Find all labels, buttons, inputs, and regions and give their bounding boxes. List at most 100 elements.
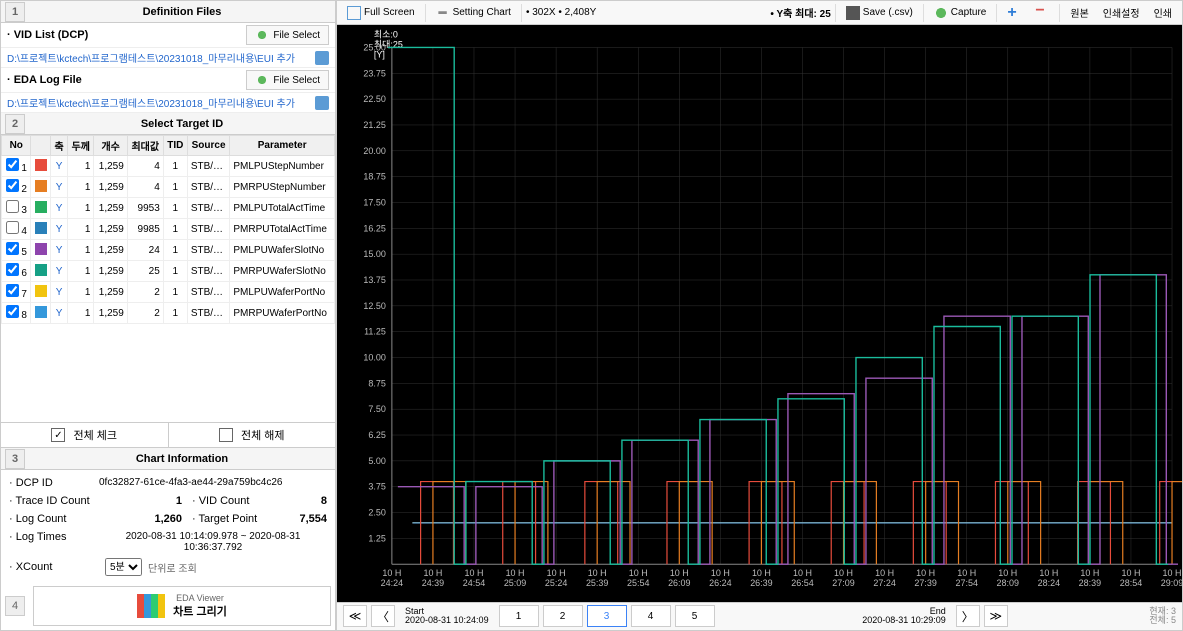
prev-page-button[interactable]: 〈 (371, 605, 395, 627)
table-row[interactable]: 4 Y11,259 99851STB/…PMRPUTotalActTime (2, 219, 335, 240)
capture-button[interactable]: Capture (928, 4, 993, 22)
save-icon (846, 6, 860, 20)
original-button[interactable]: 원본 (1064, 3, 1094, 22)
svg-text:17.50: 17.50 (363, 198, 385, 208)
color-swatch[interactable] (35, 306, 47, 318)
log-times: 2020-08-31 10:14:09.978 ~ 2020-08-31 10:… (99, 531, 327, 553)
wrench-icon (436, 6, 450, 20)
minus-button[interactable]: − (1029, 4, 1055, 22)
svg-text:10 H: 10 H (1121, 569, 1140, 579)
row-checkbox[interactable] (6, 305, 19, 318)
svg-text:27:24: 27:24 (873, 578, 895, 588)
svg-text:10 H: 10 H (916, 569, 935, 579)
check-all-button[interactable]: ✓전체 체크 (1, 423, 168, 447)
section2-header: 2 Select Target ID (1, 113, 335, 135)
row-checkbox[interactable] (6, 200, 19, 213)
save-csv-button[interactable]: Save (.csv) (840, 4, 919, 22)
eda-label: · EDA Log File (7, 74, 246, 86)
svg-text:25:54: 25:54 (627, 578, 649, 588)
print-setting-button[interactable]: 인쇄설정 (1097, 3, 1146, 22)
svg-text:10 H: 10 H (711, 569, 730, 579)
svg-text:27:39: 27:39 (914, 578, 936, 588)
svg-text:10 H: 10 H (670, 569, 689, 579)
table-row[interactable]: 5 Y11,259 241STB/…PMLPUWaferSlotNo (2, 240, 335, 261)
svg-text:28:09: 28:09 (997, 578, 1019, 588)
section2-title: Select Target ID (29, 118, 335, 130)
print-button[interactable]: 인쇄 (1148, 3, 1178, 22)
page-button-3[interactable]: 3 (587, 605, 627, 627)
eda-path[interactable]: D:\프로젝트\kctech\프로그램테스트\20231018_마무리내용\EU… (7, 95, 315, 110)
start-time: Start2020-08-31 10:24:09 (399, 607, 495, 627)
chart-area[interactable]: 최소:0최대:25[Y]1.252.503.755.006.257.508.75… (337, 25, 1182, 602)
vid-file-select-button[interactable]: File Select (246, 25, 329, 45)
left-panel: 1 Definition Files · VID List (DCP) File… (0, 0, 336, 631)
end-time: End2020-08-31 10:29:09 (856, 607, 952, 627)
refresh-icon (255, 73, 269, 87)
uncheck-all-button[interactable]: 전체 해제 (168, 423, 336, 447)
svg-text:26:09: 26:09 (668, 578, 690, 588)
page-button-2[interactable]: 2 (543, 605, 583, 627)
xcount-select[interactable]: 5분 (105, 558, 142, 576)
fullscreen-button[interactable]: Full Screen (341, 4, 421, 22)
svg-text:10 H: 10 H (793, 569, 812, 579)
color-swatch[interactable] (35, 159, 47, 171)
table-row[interactable]: 1 Y11,259 41STB/…PMLPUStepNumber (2, 156, 335, 177)
first-page-button[interactable]: ≪ (343, 605, 367, 627)
log-count: 1,260 (99, 513, 192, 525)
row-checkbox[interactable] (6, 263, 19, 276)
section3-title: Chart Information (29, 453, 335, 465)
calendar-icon[interactable] (315, 51, 329, 65)
checked-icon: ✓ (51, 428, 65, 442)
svg-text:5.00: 5.00 (368, 456, 385, 466)
svg-text:28:24: 28:24 (1038, 578, 1060, 588)
color-swatch[interactable] (35, 243, 47, 255)
draw-chart-button[interactable]: EDA Viewer차트 그리기 (33, 586, 331, 626)
row-checkbox[interactable] (6, 242, 19, 255)
vid-path[interactable]: D:\프로젝트\kctech\프로그램테스트\20231018_마무리내용\EU… (7, 50, 315, 65)
page-button-1[interactable]: 1 (499, 605, 539, 627)
next-page-button[interactable]: 〉 (956, 605, 980, 627)
svg-text:26:24: 26:24 (709, 578, 731, 588)
svg-text:10 H: 10 H (1163, 569, 1182, 579)
page-button-4[interactable]: 4 (631, 605, 671, 627)
table-row[interactable]: 3 Y11,259 99531STB/…PMLPUTotalActTime (2, 198, 335, 219)
plus-button[interactable]: + (1001, 4, 1027, 22)
color-swatch[interactable] (35, 285, 47, 297)
svg-text:27:54: 27:54 (955, 578, 977, 588)
color-swatch[interactable] (35, 264, 47, 276)
svg-text:10 H: 10 H (957, 569, 976, 579)
row-checkbox[interactable] (6, 179, 19, 192)
target-point: 7,554 (277, 513, 327, 525)
table-row[interactable]: 7 Y11,259 21STB/…PMLPUWaferPortNo (2, 282, 335, 303)
svg-text:28:39: 28:39 (1079, 578, 1101, 588)
setting-chart-button[interactable]: Setting Chart (430, 4, 517, 22)
row-checkbox[interactable] (6, 221, 19, 234)
svg-text:10 H: 10 H (629, 569, 648, 579)
color-swatch[interactable] (35, 222, 47, 234)
section1-title: Definition Files (29, 6, 335, 18)
eda-file-select-button[interactable]: File Select (246, 70, 329, 90)
table-row[interactable]: 2 Y11,259 41STB/…PMRPUStepNumber (2, 177, 335, 198)
page-status: 현재: 3전체: 5 (1149, 607, 1176, 627)
svg-text:10 H: 10 H (547, 569, 566, 579)
last-page-button[interactable]: ≫ (984, 605, 1008, 627)
svg-text:10 H: 10 H (834, 569, 853, 579)
svg-text:25:09: 25:09 (504, 578, 526, 588)
page-button-5[interactable]: 5 (675, 605, 715, 627)
svg-text:16.25: 16.25 (363, 224, 385, 234)
row-checkbox[interactable] (6, 158, 19, 171)
row-checkbox[interactable] (6, 284, 19, 297)
dcp-id: 0fc32827-61ce-4fa3-ae44-29a759bc4c26 (99, 477, 327, 489)
color-swatch[interactable] (35, 180, 47, 192)
step-1-badge: 1 (5, 2, 25, 22)
svg-text:24:54: 24:54 (463, 578, 485, 588)
calendar-icon[interactable] (315, 96, 329, 110)
color-swatch[interactable] (35, 201, 47, 213)
svg-text:10 H: 10 H (506, 569, 525, 579)
table-row[interactable]: 6 Y11,259 251STB/…PMRPUWaferSlotNo (2, 261, 335, 282)
svg-text:23.75: 23.75 (363, 69, 385, 79)
chart-info: · DCP ID0fc32827-61ce-4fa3-ae44-29a759bc… (1, 470, 335, 582)
svg-text:25:39: 25:39 (586, 578, 608, 588)
table-row[interactable]: 8 Y11,259 21STB/…PMRPUWaferPortNo (2, 303, 335, 324)
svg-text:10 H: 10 H (752, 569, 771, 579)
